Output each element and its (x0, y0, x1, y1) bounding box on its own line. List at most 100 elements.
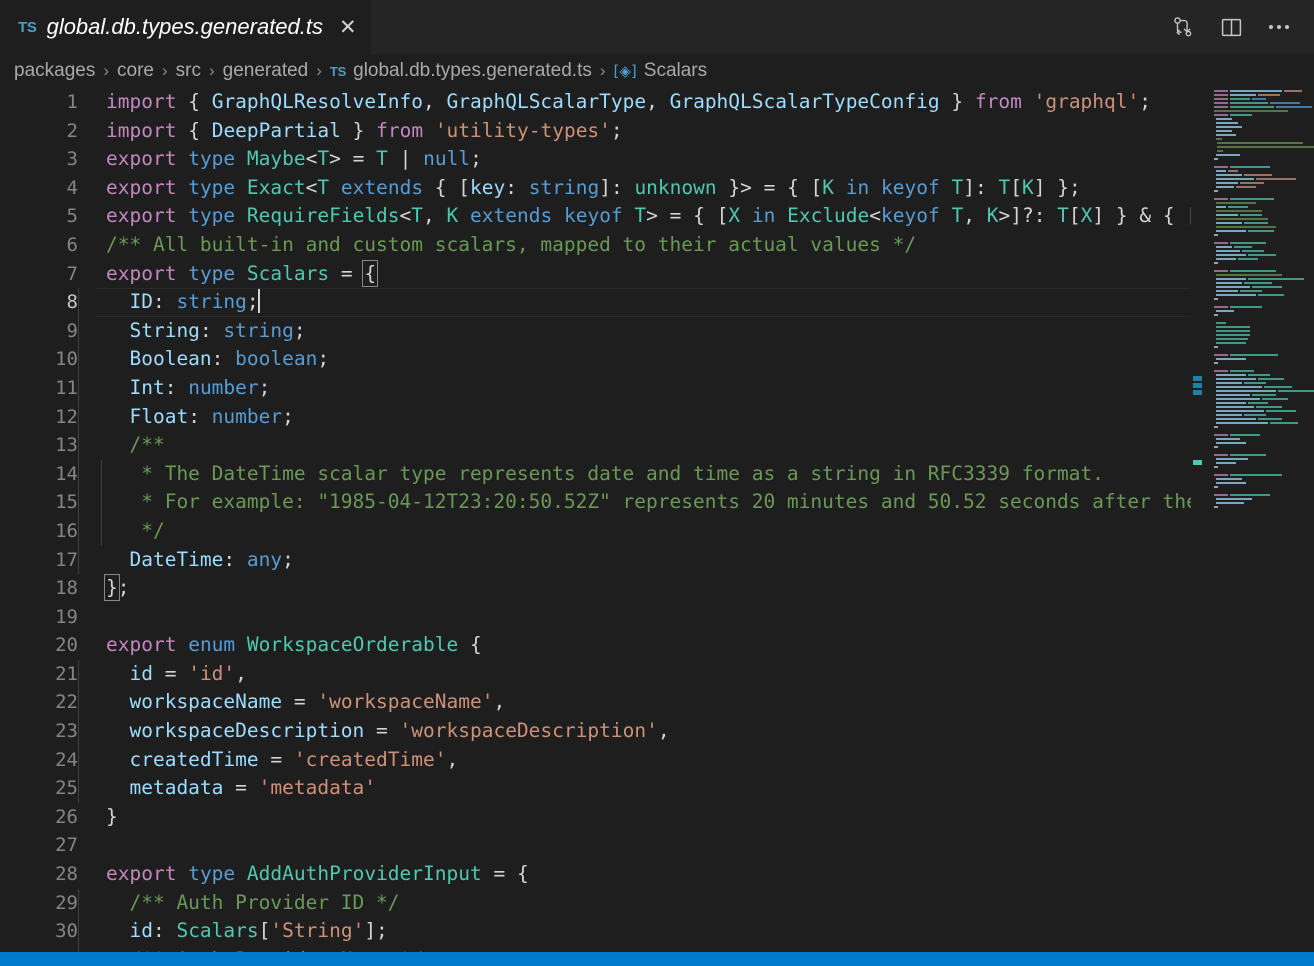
minimap-segment (1214, 270, 1228, 272)
code-line[interactable]: 29 /** Auth Provider ID */ (0, 889, 1191, 918)
code-token (235, 262, 247, 285)
breadcrumb-item-symbol-scalars[interactable]: Scalars (644, 60, 707, 82)
minimap-segment (1228, 170, 1238, 172)
minimap-segment (1230, 102, 1268, 104)
code-token (775, 204, 787, 227)
code-line[interactable]: 10 Boolean: boolean; (0, 345, 1191, 374)
minimap-segment (1216, 482, 1246, 484)
code-token: * For example: "1985-04-12T23:20:50.52Z"… (106, 490, 1191, 513)
minimap-segment (1244, 222, 1268, 224)
code-line[interactable]: 11 Int: number; (0, 374, 1191, 403)
code-line[interactable]: 15 * For example: "1985-04-12T23:20:50.5… (0, 488, 1191, 517)
code-token: /** (106, 433, 165, 456)
code-token: export (106, 262, 176, 285)
code-line[interactable]: 2import { DeepPartial } from 'utility-ty… (0, 117, 1191, 146)
code-line[interactable]: 3export type Maybe<T> = T | null; (0, 145, 1191, 174)
code-line[interactable]: 26} (0, 803, 1191, 832)
code-token: Float (129, 405, 188, 428)
minimap-segment (1252, 98, 1266, 100)
code-line[interactable]: 30 id: Scalars['String']; (0, 917, 1191, 946)
minimap-segment (1240, 214, 1262, 216)
code-line[interactable]: 12 Float: number; (0, 403, 1191, 432)
code-token: K (822, 176, 834, 199)
code-line-text: * For example: "1985-04-12T23:20:50.52Z"… (78, 488, 1191, 517)
indent-guide (78, 889, 79, 918)
minimap-segment (1216, 258, 1236, 260)
code-token (106, 776, 129, 799)
breadcrumb-item-src[interactable]: src (176, 60, 201, 82)
breadcrumb-separator: › (95, 61, 117, 81)
code-token: createdTime (129, 748, 258, 771)
code-line[interactable]: 14 * The DateTime scalar type represents… (0, 460, 1191, 489)
code-line-text: export enum WorkspaceOrderable { (78, 631, 482, 660)
overview-ruler[interactable] (1191, 88, 1205, 952)
code-line[interactable]: 13 /** (0, 431, 1191, 460)
line-number: 26 (0, 803, 78, 832)
code-token: = (364, 719, 399, 742)
code-token: 'utility-types' (435, 119, 611, 142)
code-line[interactable]: 25 metadata = 'metadata' (0, 774, 1191, 803)
code-line[interactable]: 4export type Exact<T extends { [key: str… (0, 174, 1191, 203)
breadcrumb-item-file[interactable]: global.db.types.generated.ts (353, 60, 592, 82)
close-icon[interactable]: ✕ (339, 17, 357, 38)
minimap-segment (1216, 390, 1276, 392)
minimap[interactable] (1205, 88, 1314, 952)
code-token: ]: (599, 176, 634, 199)
code-line[interactable]: 24 createdTime = 'createdTime', (0, 746, 1191, 775)
minimap-segment (1214, 370, 1228, 372)
indent-guide (78, 517, 79, 546)
breadcrumb-item-generated[interactable]: generated (223, 60, 309, 82)
code-line[interactable]: 6/** All built-in and custom scalars, ma… (0, 231, 1191, 260)
minimap-segment (1230, 454, 1266, 456)
code-token (176, 262, 188, 285)
code-line[interactable]: 7export type Scalars = { (0, 260, 1191, 289)
code-token: GraphQLResolveInfo (212, 90, 423, 113)
code-line[interactable]: 21 id = 'id', (0, 660, 1191, 689)
line-number: 16 (0, 517, 78, 546)
code-token: RequireFields (247, 204, 400, 227)
code-line[interactable]: 22 workspaceName = 'workspaceName', (0, 688, 1191, 717)
code-editor[interactable]: 1import { GraphQLResolveInfo, GraphQLSca… (0, 88, 1191, 952)
code-line[interactable]: 28export type AddAuthProviderInput = { (0, 860, 1191, 889)
code-line[interactable]: 23 workspaceDescription = 'workspaceDesc… (0, 717, 1191, 746)
code-line[interactable]: 18}; (0, 574, 1191, 603)
split-editor-icon[interactable] (1218, 14, 1244, 40)
indent-guide (78, 774, 79, 803)
code-line[interactable]: 20export enum WorkspaceOrderable { (0, 631, 1191, 660)
minimap-segment (1216, 290, 1238, 292)
code-token: type (188, 862, 235, 885)
status-bar[interactable] (0, 952, 1314, 966)
code-line[interactable]: 9 String: string; (0, 317, 1191, 346)
editor-tab-global-db-types-generated-ts[interactable]: TS global.db.types.generated.ts ✕ (0, 0, 371, 54)
minimap-segment (1216, 418, 1256, 420)
minimap-segment (1230, 270, 1276, 272)
code-token (963, 90, 975, 113)
code-line[interactable]: 5export type RequireFields<T, K extends … (0, 202, 1191, 231)
line-number: 3 (0, 145, 78, 174)
breadcrumb-item-packages[interactable]: packages (14, 60, 95, 82)
code-token: K (987, 204, 999, 227)
code-line-text: /** Auth Provider Name */ (78, 946, 423, 952)
code-token: null (423, 147, 470, 170)
compare-changes-icon[interactable] (1170, 14, 1196, 40)
code-line[interactable]: 27 (0, 831, 1191, 860)
minimap-segment (1214, 190, 1218, 192)
code-line[interactable]: 31 /** Auth Provider Name */ (0, 946, 1191, 952)
code-token: : (223, 548, 246, 571)
code-line-text: DateTime: any; (78, 546, 294, 575)
overview-ruler-mark (1193, 376, 1202, 381)
minimap-segment (1214, 166, 1228, 168)
code-line[interactable]: 1import { GraphQLResolveInfo, GraphQLSca… (0, 88, 1191, 117)
code-line[interactable]: 17 DateTime: any; (0, 546, 1191, 575)
code-token (176, 147, 188, 170)
code-token: = (341, 147, 376, 170)
code-line[interactable]: 16 */ (0, 517, 1191, 546)
code-line-text: id = 'id', (78, 660, 247, 689)
more-actions-icon[interactable] (1266, 14, 1292, 40)
minimap-segment (1248, 230, 1274, 232)
breadcrumb-item-core[interactable]: core (117, 60, 154, 82)
minimap-segment (1214, 94, 1228, 96)
minimap-segment (1258, 378, 1284, 380)
code-line[interactable]: 8 ID: string; (0, 288, 1191, 317)
code-line[interactable]: 19 (0, 603, 1191, 632)
